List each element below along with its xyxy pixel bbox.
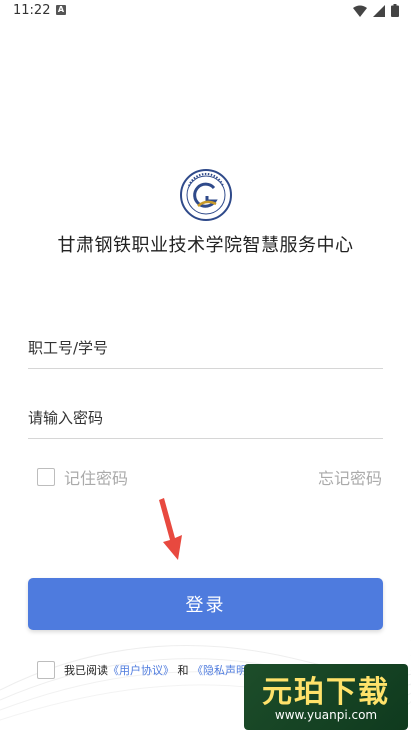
agreement-conjunction: 和 (177, 664, 189, 677)
watermark-url: www.yuanpi.com (274, 708, 378, 722)
notification-icon: A (56, 5, 66, 15)
username-field[interactable] (28, 328, 383, 369)
remember-label: 记住密码 (64, 469, 129, 488)
status-icons (353, 4, 399, 17)
school-title: 甘肃钢铁职业技术学院智慧服务中心 (57, 235, 354, 256)
password-input[interactable] (28, 398, 383, 438)
signal-icon (373, 4, 385, 17)
wifi-icon (353, 5, 367, 17)
watermark: 元珀下载 www.yuanpi.com (244, 664, 408, 730)
user-agreement-link[interactable]: 《用户协议》 (108, 664, 174, 677)
login-button[interactable]: 登录 (28, 578, 383, 630)
forgot-password-link[interactable]: 忘记密码 (318, 465, 382, 489)
agreement-checkbox[interactable] (37, 661, 55, 679)
arrow-pointer-icon (159, 498, 182, 560)
watermark-name: 元珀下载 (262, 675, 390, 710)
remember-password[interactable]: 记住密码 (37, 465, 128, 489)
battery-icon (391, 4, 399, 17)
password-field[interactable] (28, 398, 383, 439)
status-bar: 11:22 A (0, 0, 411, 24)
agreement-row: 我已阅读《用户协议》 和 《隐私声明》 (37, 661, 258, 679)
username-input[interactable] (28, 328, 383, 368)
status-time: 11:22 (13, 3, 51, 18)
school-seal-icon (180, 169, 232, 221)
remember-checkbox[interactable] (37, 468, 55, 486)
agreement-prefix: 我已阅读 (64, 664, 108, 677)
